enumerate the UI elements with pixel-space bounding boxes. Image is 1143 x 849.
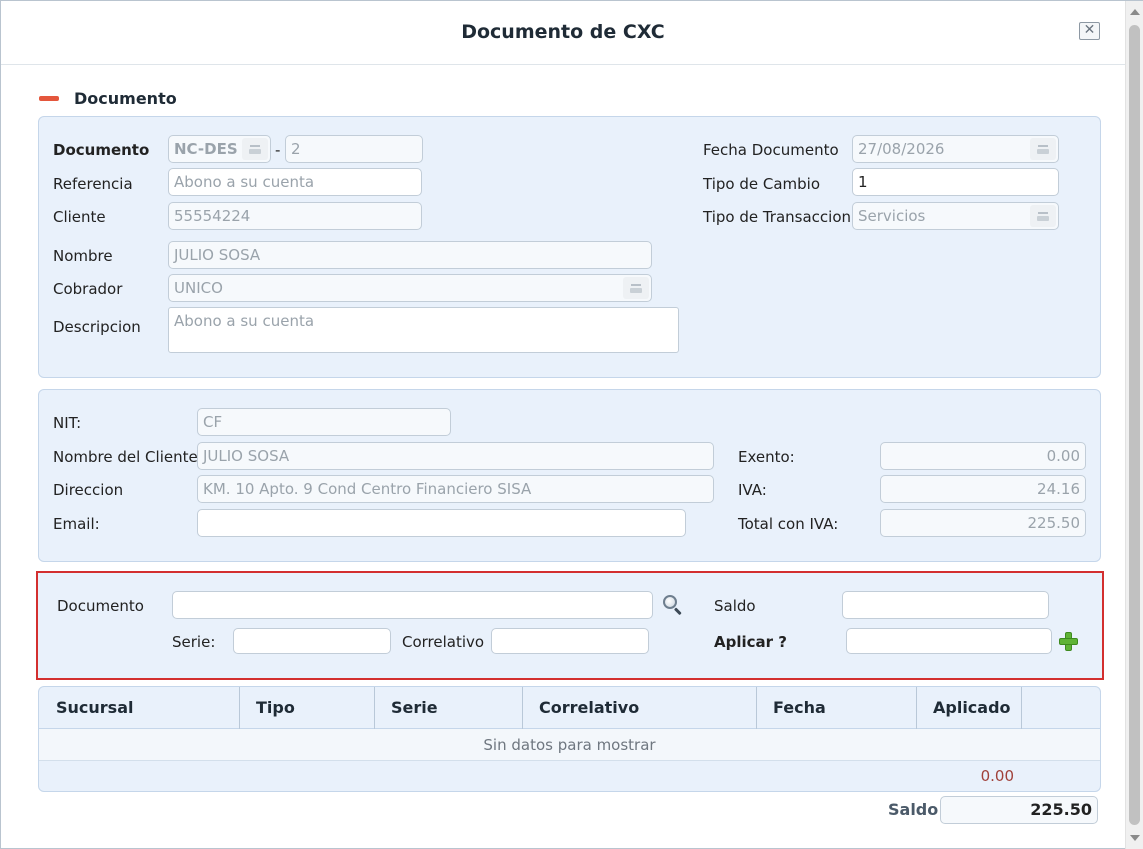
nit-field[interactable]: CF xyxy=(197,408,451,436)
referencia-label: Referencia xyxy=(53,175,133,193)
column-header-aplicado[interactable]: Aplicado xyxy=(916,687,1022,729)
total-iva-field[interactable]: 225.50 xyxy=(880,509,1086,537)
collapse-icon[interactable] xyxy=(39,96,59,101)
nit-label: NIT: xyxy=(53,414,82,432)
descripcion-textarea[interactable]: Abono a su cuenta xyxy=(168,307,679,353)
cobrador-label: Cobrador xyxy=(53,280,123,298)
doc-prefix-value: NC-DES xyxy=(174,140,238,158)
cliente-label: Cliente xyxy=(53,208,106,226)
nombre-cliente-label: Nombre del Cliente xyxy=(53,448,198,466)
tipo-cambio-label: Tipo de Cambio xyxy=(703,175,820,193)
nombre-field[interactable]: JULIO SOSA xyxy=(168,241,652,269)
grid-empty-message: Sin datos para mostrar xyxy=(39,729,1100,761)
fecha-documento-label: Fecha Documento xyxy=(703,141,839,159)
grid-total-aplicado: 0.00 xyxy=(980,767,1014,785)
documento-label: Documento xyxy=(53,141,150,159)
doc-separator: - xyxy=(275,141,281,159)
email-label: Email: xyxy=(53,515,100,533)
scroll-up-icon[interactable] xyxy=(1130,9,1140,15)
serie-label: Serie: xyxy=(172,633,216,651)
saldo-footer-field[interactable]: 225.50 xyxy=(940,796,1098,824)
exento-field[interactable]: 0.00 xyxy=(880,442,1086,470)
column-header-sucursal[interactable]: Sucursal xyxy=(39,687,240,729)
aplicar-field[interactable] xyxy=(846,628,1052,654)
descripcion-label: Descripcion xyxy=(53,318,141,336)
nombre-label: Nombre xyxy=(53,247,113,265)
applied-documents-grid: Sucursal Tipo Serie Correlativo Fecha Ap… xyxy=(38,686,1101,792)
direccion-label: Direccion xyxy=(53,481,124,499)
calendar-icon[interactable] xyxy=(1030,138,1056,160)
scroll-thumb[interactable] xyxy=(1129,25,1140,825)
apply-documento-field[interactable] xyxy=(172,591,653,619)
grid-header: Sucursal Tipo Serie Correlativo Fecha Ap… xyxy=(39,687,1100,729)
apply-documento-label: Documento xyxy=(57,597,144,615)
total-iva-label: Total con IVA: xyxy=(738,515,839,533)
iva-label: IVA: xyxy=(738,481,767,499)
close-button[interactable]: ✕ xyxy=(1079,22,1100,40)
email-field[interactable] xyxy=(197,509,686,537)
cobrador-value: UNICO xyxy=(174,279,223,297)
add-icon[interactable] xyxy=(1059,632,1078,651)
dialog-title: Documento de CXC xyxy=(461,21,665,43)
cliente-field[interactable]: 55554224 xyxy=(168,202,422,230)
fecha-documento-value: 27/08/2026 xyxy=(858,140,945,158)
doc-prefix-select[interactable]: NC-DES xyxy=(168,135,271,163)
correlativo-label: Correlativo xyxy=(402,633,485,651)
add-icon-center xyxy=(1066,639,1071,644)
doc-number-field[interactable]: 2 xyxy=(285,135,423,163)
direccion-field[interactable]: KM. 10 Apto. 9 Cond Centro Financiero SI… xyxy=(197,475,714,503)
serie-field[interactable] xyxy=(233,628,391,654)
column-header-tipo[interactable]: Tipo xyxy=(239,687,375,729)
nombre-cliente-field[interactable]: JULIO SOSA xyxy=(197,442,714,470)
tipo-transaccion-value: Servicios xyxy=(858,207,926,225)
dialog-titlebar: Documento de CXC ✕ xyxy=(1,1,1125,65)
tipo-cambio-field[interactable]: 1 xyxy=(852,168,1059,196)
dropdown-icon[interactable] xyxy=(1030,205,1056,227)
referencia-field[interactable]: Abono a su cuenta xyxy=(168,168,422,196)
section-title: Documento xyxy=(74,89,177,108)
tipo-transaccion-label: Tipo de Transaccion xyxy=(703,208,852,226)
search-icon[interactable] xyxy=(663,595,683,616)
saldo-apply-label: Saldo xyxy=(714,597,756,615)
close-icon: ✕ xyxy=(1083,22,1096,38)
cxc-document-dialog: Documento de CXC ✕ Documento Documento N… xyxy=(0,0,1143,849)
column-header-fecha[interactable]: Fecha xyxy=(756,687,917,729)
column-header-correlativo[interactable]: Correlativo xyxy=(522,687,757,729)
saldo-footer-label: Saldo xyxy=(888,800,939,819)
correlativo-field[interactable] xyxy=(491,628,649,654)
column-header-serie[interactable]: Serie xyxy=(374,687,523,729)
saldo-apply-field[interactable] xyxy=(842,591,1049,619)
aplicar-label: Aplicar ? xyxy=(714,633,787,651)
vertical-scrollbar[interactable] xyxy=(1125,1,1143,849)
tipo-transaccion-select[interactable]: Servicios xyxy=(852,202,1059,230)
exento-label: Exento: xyxy=(738,448,795,466)
dropdown-icon[interactable] xyxy=(242,138,268,160)
iva-field[interactable]: 24.16 xyxy=(880,475,1086,503)
dropdown-icon[interactable] xyxy=(623,277,649,299)
apply-document-panel xyxy=(36,571,1104,680)
fecha-documento-field[interactable]: 27/08/2026 xyxy=(852,135,1059,163)
cobrador-select[interactable]: UNICO xyxy=(168,274,652,302)
scroll-down-icon[interactable] xyxy=(1130,835,1140,841)
search-handle xyxy=(673,607,682,616)
